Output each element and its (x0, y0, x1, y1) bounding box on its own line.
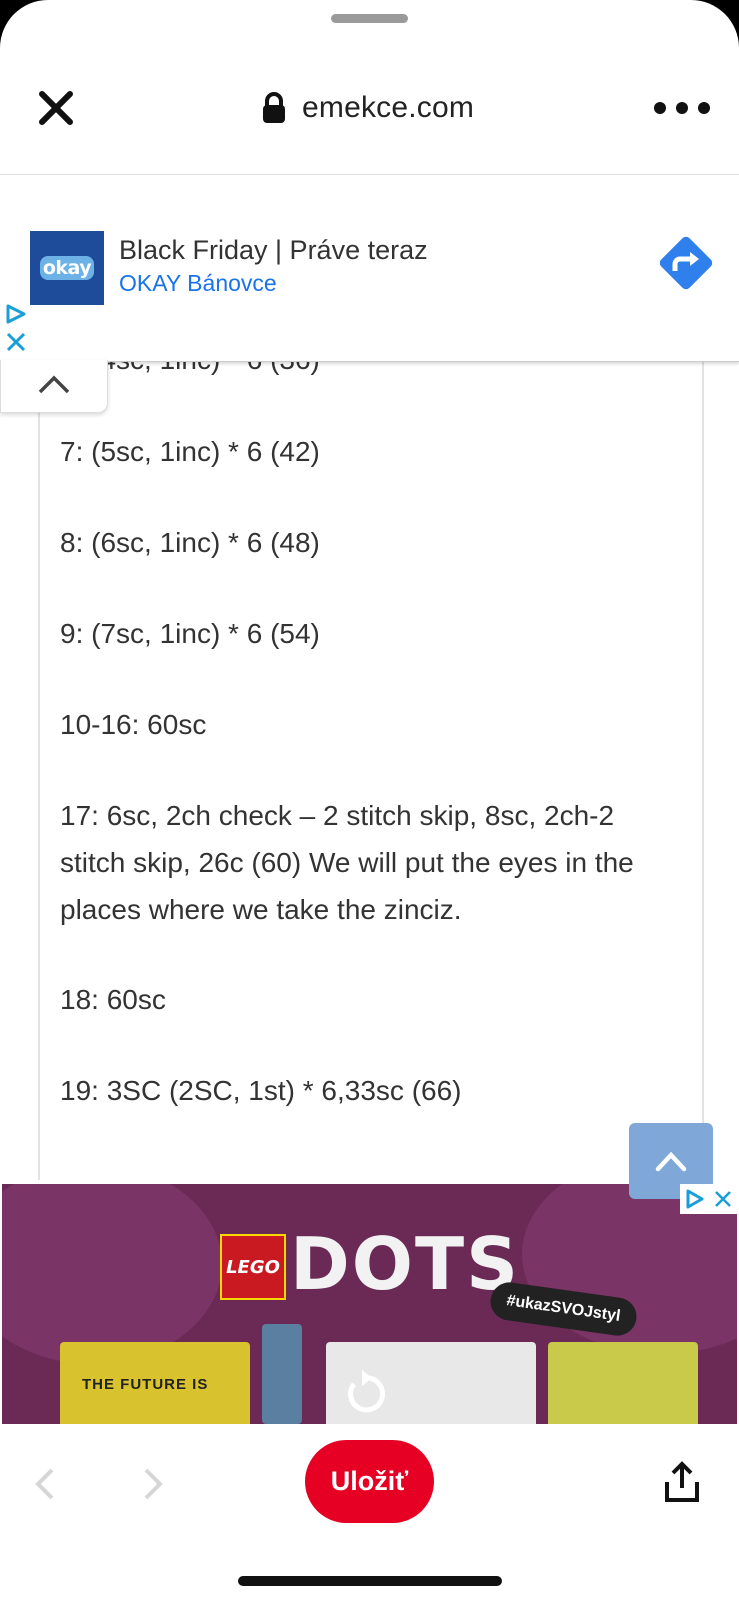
pattern-row: 17: 6sc, 2ch check – 2 stitch skip, 8sc,… (60, 800, 634, 925)
pattern-row: 9: (7sc, 1inc) * 6 (54) (60, 618, 320, 649)
pattern-row: 18: 60sc (60, 984, 166, 1015)
directions-arrow-icon[interactable] (654, 231, 718, 295)
share-icon[interactable] (664, 1460, 700, 1504)
sheet-grabber[interactable] (331, 14, 408, 23)
pattern-row: 10-16: 60sc (60, 709, 207, 740)
ad-title[interactable]: Black Friday | Práve teraz (119, 235, 428, 266)
product-image (548, 1342, 698, 1424)
home-indicator (238, 1576, 502, 1586)
url-text: emekce.com (302, 91, 475, 124)
article-content: 6: (4sc, 1inc) * 6 (36) 7: (5sc, 1inc) *… (38, 300, 704, 1180)
close-icon[interactable] (36, 88, 76, 128)
forward-arrow-icon[interactable] (138, 1464, 168, 1504)
more-horizontal-icon[interactable] (654, 90, 710, 126)
ad-collapse-tab[interactable] (0, 360, 108, 413)
ad-choices-pill[interactable] (680, 1184, 737, 1214)
lego-logo: LEGO (220, 1234, 286, 1300)
pattern-row: 19: 3SC (2SC, 1st) * 6,33sc (66) (60, 1075, 462, 1106)
ad-headline: DOTS (290, 1222, 520, 1306)
chevron-up-icon (655, 1151, 687, 1172)
chevron-up-icon (38, 375, 70, 394)
pattern-row: 7: (5sc, 1inc) * 6 (42) (60, 436, 320, 467)
lock-icon (262, 92, 286, 124)
url-bar[interactable]: emekce.com (262, 88, 474, 128)
adchoices-icon (686, 1189, 704, 1209)
product-box-text: THE FUTURE IS (82, 1376, 209, 1393)
ad-close-icon[interactable] (5, 331, 27, 353)
ad-close-icon (715, 1191, 732, 1207)
browser-sheet: emekce.com 6: (4sc, 1inc) * 6 (36) 7: (5… (0, 0, 739, 1600)
product-image (262, 1324, 302, 1424)
ad-brand-logo: okay (30, 231, 104, 305)
save-button[interactable]: Uložiť (305, 1440, 434, 1523)
bottom-toolbar: Uložiť (0, 1424, 739, 1600)
back-arrow-icon[interactable] (30, 1464, 60, 1504)
adchoices-icon[interactable] (4, 303, 28, 325)
pattern-row: 8: (6sc, 1inc) * 6 (48) (60, 527, 320, 558)
browser-top-bar: emekce.com (0, 60, 739, 152)
top-banner-ad[interactable]: okay Black Friday | Práve teraz OKAY Bán… (0, 174, 739, 362)
replay-icon[interactable] (340, 1368, 390, 1418)
ad-subtitle[interactable]: OKAY Bánovce (119, 270, 277, 297)
